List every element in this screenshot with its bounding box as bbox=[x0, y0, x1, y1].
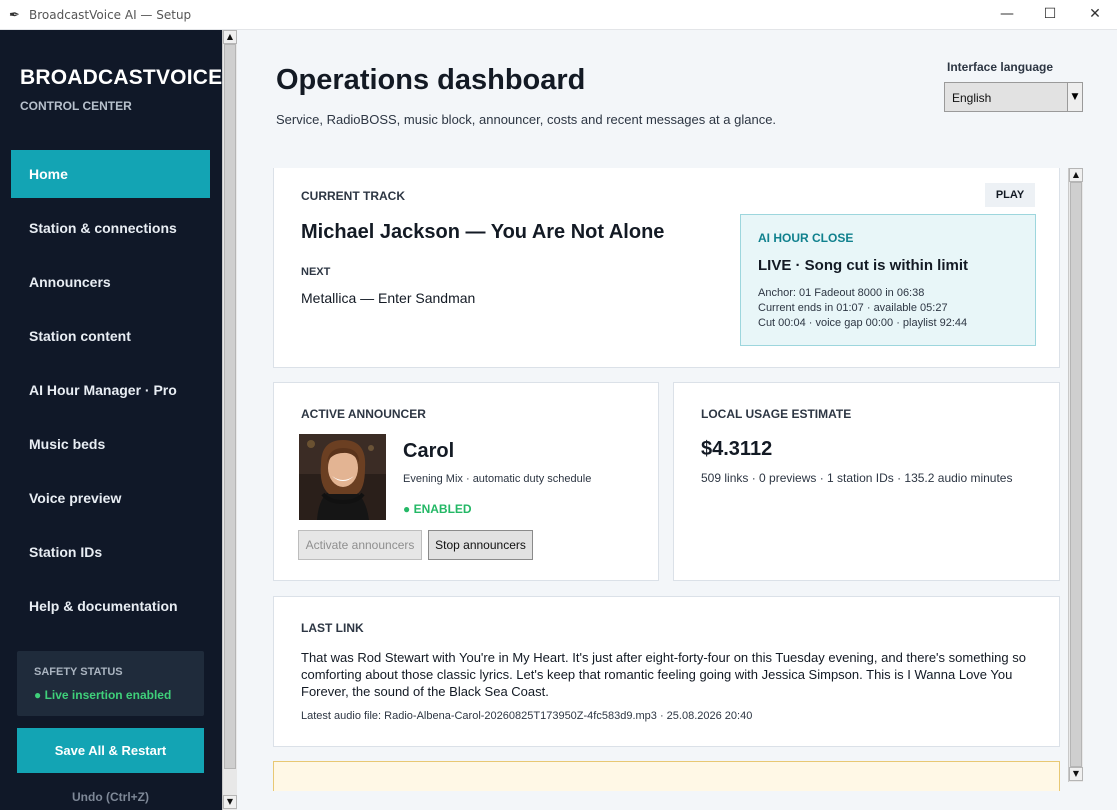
sidebar-item-music-beds[interactable]: Music beds bbox=[11, 420, 210, 468]
current-track-title: Michael Jackson — You Are Not Alone bbox=[301, 221, 665, 243]
sidebar-item-station-content[interactable]: Station content bbox=[11, 312, 210, 360]
last-link-card: LAST LINK That was Rod Stewart with You'… bbox=[273, 596, 1060, 747]
language-select[interactable]: English ▼ bbox=[944, 82, 1083, 112]
announcer-schedule: Evening Mix · automatic duty schedule bbox=[403, 473, 592, 485]
ai-current-ends-line: Current ends in 01:07 · available 05:27 bbox=[758, 302, 948, 314]
play-badge[interactable]: PLAY bbox=[985, 183, 1035, 207]
stop-announcers-button[interactable]: Stop announcers bbox=[428, 530, 533, 560]
sidebar-item-station-connections[interactable]: Station & connections bbox=[11, 204, 210, 252]
announcer-name: Carol bbox=[403, 440, 455, 462]
sidebar-item-announcers[interactable]: Announcers bbox=[11, 258, 210, 306]
usage-estimate-card: LOCAL USAGE ESTIMATE $4.3112 509 links ·… bbox=[673, 382, 1060, 581]
title-bar: ✒ BroadcastVoice AI — Setup — ☐ ✕ bbox=[0, 0, 1117, 30]
close-button[interactable]: ✕ bbox=[1072, 0, 1117, 30]
language-value: English bbox=[952, 91, 992, 105]
undo-button[interactable]: Undo (Ctrl+Z) bbox=[17, 790, 204, 804]
next-label: NEXT bbox=[301, 266, 331, 278]
usage-cost-value: $4.3112 bbox=[701, 438, 773, 460]
sidebar-scroll-thumb[interactable] bbox=[224, 44, 236, 769]
sidebar-item-voice-preview[interactable]: Voice preview bbox=[11, 474, 210, 522]
sidebar: BROADCASTVOICE CONTROL CENTER Home Stati… bbox=[0, 30, 222, 810]
active-announcer-label: ACTIVE ANNOUNCER bbox=[301, 407, 426, 421]
maximize-button[interactable]: ☐ bbox=[1027, 0, 1073, 30]
save-all-restart-button[interactable]: Save All & Restart bbox=[17, 728, 204, 773]
scroll-down-arrow-icon[interactable]: ▼ bbox=[223, 795, 237, 809]
next-track-title: Metallica — Enter Sandman bbox=[301, 290, 476, 306]
last-link-label: LAST LINK bbox=[301, 621, 364, 635]
minimize-button[interactable]: — bbox=[984, 0, 1030, 30]
ai-hour-close-status: LIVE · Song cut is within limit bbox=[758, 257, 968, 274]
sidebar-item-home[interactable]: Home bbox=[11, 150, 210, 198]
usage-estimate-label: LOCAL USAGE ESTIMATE bbox=[701, 407, 852, 421]
brand-title: BROADCASTVOICE bbox=[20, 66, 223, 89]
sidebar-item-help[interactable]: Help & documentation bbox=[11, 582, 210, 630]
safety-status-label: SAFETY STATUS bbox=[34, 666, 123, 678]
ai-hour-close-panel: AI HOUR CLOSE LIVE · Song cut is within … bbox=[740, 214, 1036, 346]
window-title: BroadcastVoice AI — Setup bbox=[29, 8, 192, 22]
latest-audio-file: Latest audio file: Radio-Albena-Carol-20… bbox=[301, 710, 753, 722]
scroll-down-arrow-icon[interactable]: ▼ bbox=[1069, 767, 1083, 781]
last-link-text: That was Rod Stewart with You're in My H… bbox=[301, 650, 1026, 699]
content-scrollbar[interactable]: ▲ ▼ bbox=[1068, 168, 1083, 782]
scroll-up-arrow-icon[interactable]: ▲ bbox=[223, 30, 237, 44]
sidebar-item-station-ids[interactable]: Station IDs bbox=[11, 528, 210, 576]
sidebar-item-ai-hour-manager[interactable]: AI Hour Manager · Pro bbox=[11, 366, 210, 414]
content-scroll-thumb[interactable] bbox=[1070, 182, 1082, 767]
language-label: Interface language bbox=[947, 60, 1054, 74]
chevron-down-icon[interactable]: ▼ bbox=[1067, 83, 1082, 111]
feather-icon: ✒ bbox=[9, 7, 20, 22]
page-title: Operations dashboard bbox=[276, 64, 586, 96]
scroll-up-arrow-icon[interactable]: ▲ bbox=[1069, 168, 1083, 182]
avatar bbox=[299, 434, 386, 520]
sidebar-scrollbar[interactable]: ▲ ▼ bbox=[222, 30, 237, 810]
safety-status-panel: SAFETY STATUS ● Live insertion enabled bbox=[17, 651, 204, 716]
ai-hour-close-label: AI HOUR CLOSE bbox=[758, 231, 854, 245]
current-track-card: CURRENT TRACK Michael Jackson — You Are … bbox=[273, 168, 1060, 368]
ai-cut-line: Cut 00:04 · voice gap 00:00 · playlist 9… bbox=[758, 317, 968, 329]
activate-announcers-button[interactable]: Activate announcers bbox=[298, 530, 422, 560]
ai-anchor-line: Anchor: 01 Fadeout 8000 in 06:38 bbox=[758, 287, 925, 299]
current-track-label: CURRENT TRACK bbox=[301, 189, 405, 203]
page-subtitle: Service, RadioBOSS, music block, announc… bbox=[276, 112, 777, 127]
safety-status-value: ● Live insertion enabled bbox=[34, 688, 172, 702]
brand-subtitle: CONTROL CENTER bbox=[20, 99, 132, 113]
usage-details: 509 links · 0 previews · 1 station IDs ·… bbox=[701, 471, 1013, 485]
announcer-status-badge: ● ENABLED bbox=[403, 502, 472, 516]
active-announcer-card: ACTIVE ANNOUNCER Carol Evening Mix · aut… bbox=[273, 382, 659, 581]
warning-card bbox=[273, 761, 1060, 791]
